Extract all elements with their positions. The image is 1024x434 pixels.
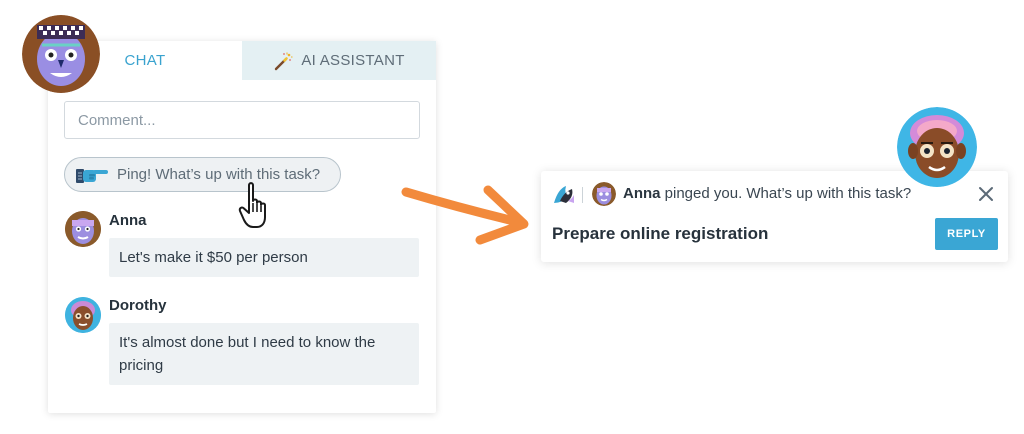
message-bubble: It's almost done but I need to know the … xyxy=(109,323,419,385)
chat-panel: CHAT AI ASSISTANT Pin xyxy=(48,41,436,413)
app-logo-icon xyxy=(554,186,574,203)
comment-input[interactable] xyxy=(64,101,420,139)
reply-button[interactable]: REPLY xyxy=(935,218,998,250)
ping-button[interactable]: Ping! What’s up with this task? xyxy=(64,157,341,192)
close-icon[interactable] xyxy=(977,185,995,203)
dorothy-avatar-icon xyxy=(65,297,101,333)
avatar xyxy=(65,297,101,333)
message-author: Anna xyxy=(109,212,147,229)
avatar xyxy=(897,107,977,187)
notification-text: Anna pinged you. What’s up with this tas… xyxy=(623,185,911,202)
arrow-icon xyxy=(401,185,529,245)
avatar xyxy=(22,15,100,93)
tab-ai-label: AI ASSISTANT xyxy=(301,52,405,69)
notification-sender: Anna xyxy=(623,185,661,202)
avatar xyxy=(65,211,101,247)
avatar xyxy=(592,182,616,206)
user-avatar-icon xyxy=(897,107,977,187)
task-title: Prepare online registration xyxy=(552,224,769,243)
anna-avatar-icon xyxy=(592,182,616,206)
tab-ai-assistant[interactable]: AI ASSISTANT xyxy=(242,41,436,80)
anna-avatar-icon xyxy=(65,211,101,247)
message-bubble: Let's make it $50 per person xyxy=(109,238,419,277)
user-avatar-icon xyxy=(22,15,100,93)
notification-message: pinged you. What’s up with this task? xyxy=(660,185,912,202)
tab-bar: CHAT AI ASSISTANT xyxy=(48,41,436,80)
divider xyxy=(582,187,583,203)
pointing-hand-icon xyxy=(76,168,108,183)
tab-chat-label: CHAT xyxy=(124,52,166,69)
message-author: Dorothy xyxy=(109,297,167,314)
ping-label: Ping! What’s up with this task? xyxy=(117,166,321,183)
hand-cursor-icon xyxy=(238,182,266,228)
magic-wand-icon xyxy=(275,52,293,70)
